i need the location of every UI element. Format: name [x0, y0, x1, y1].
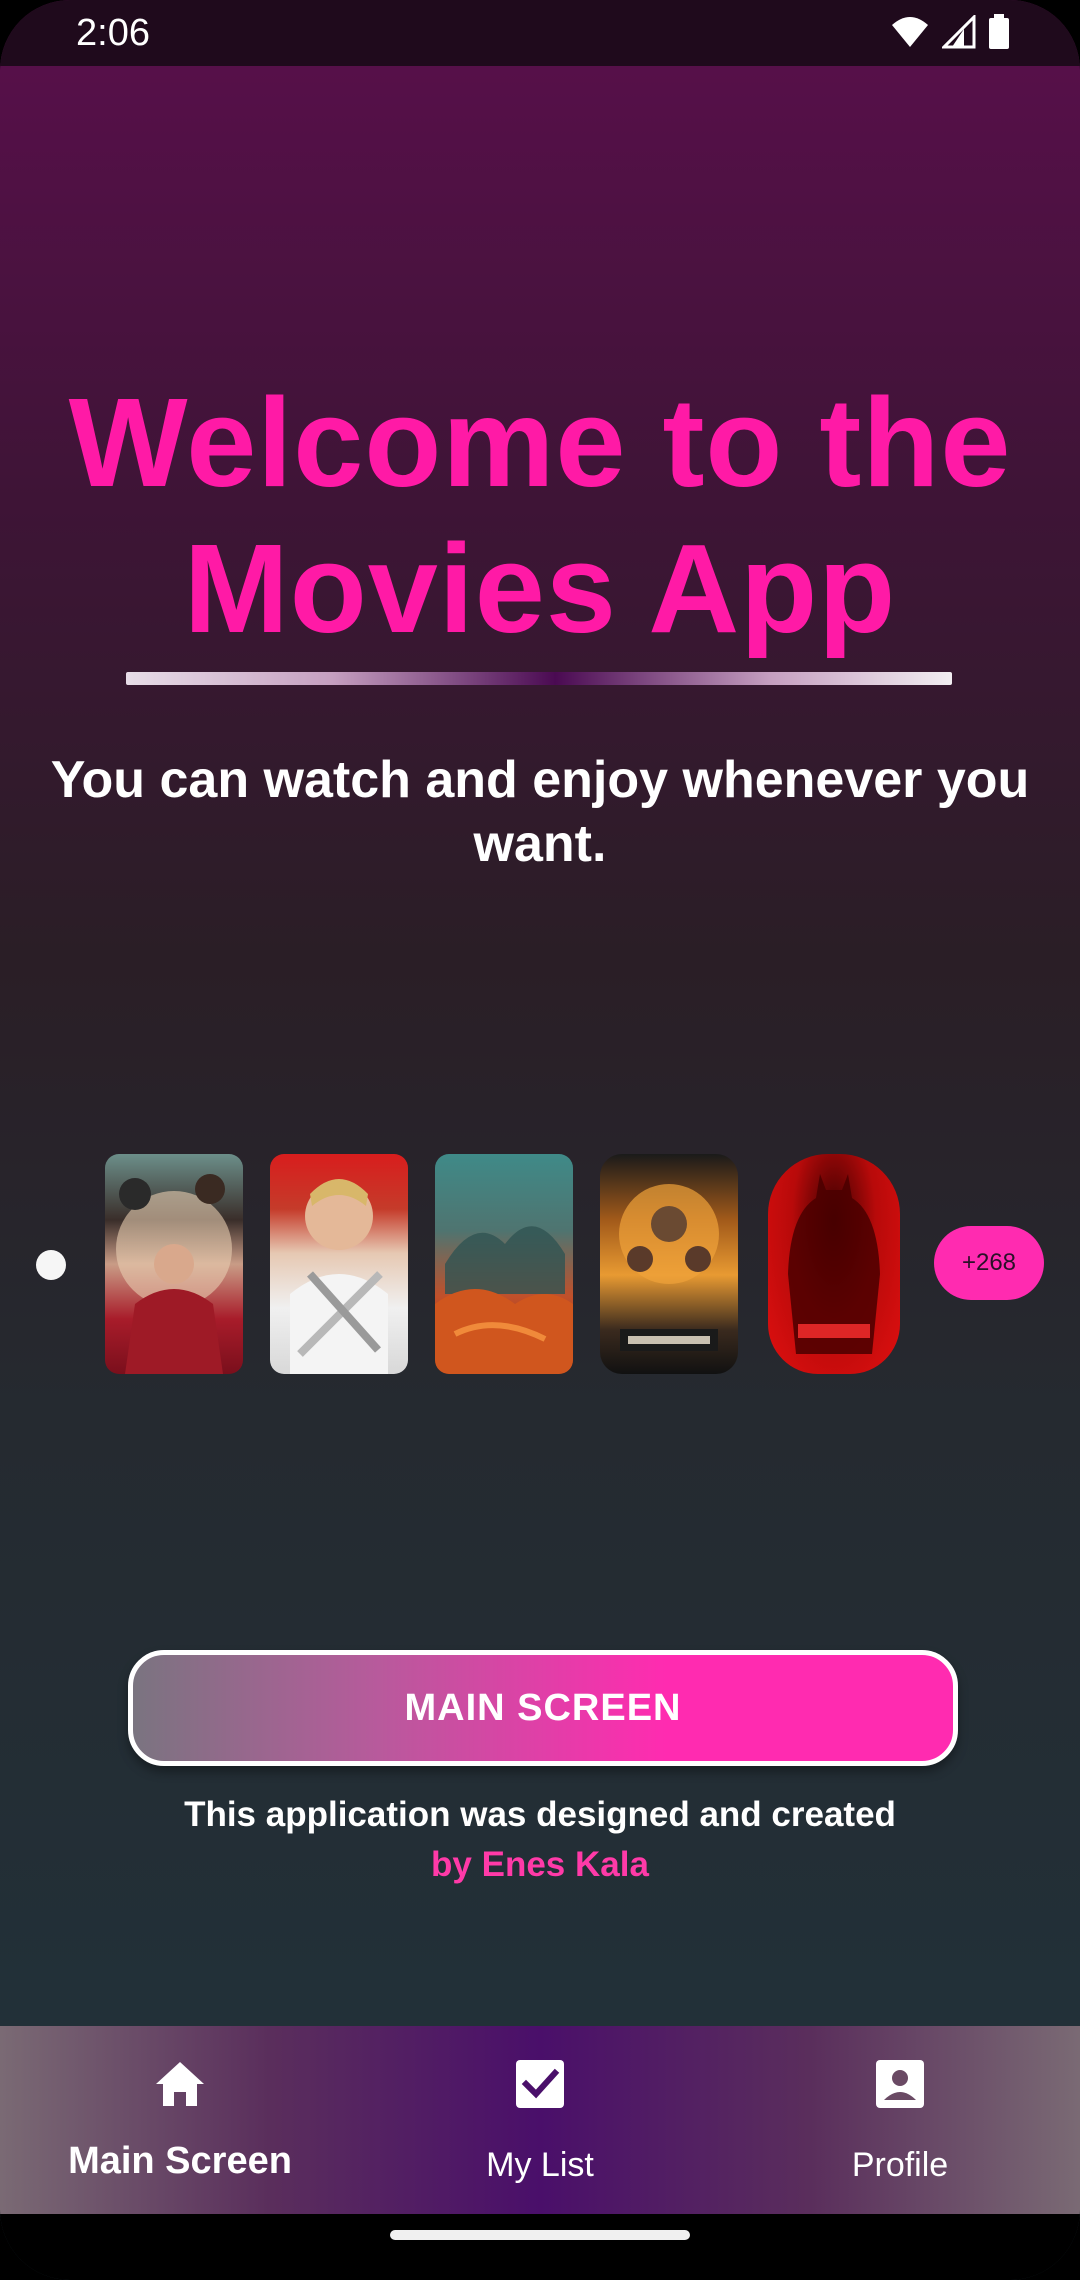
bottom-navigation: Main Screen My List Profile — [0, 2026, 1080, 2214]
poster-art — [116, 1174, 232, 1374]
nav-item-main-screen[interactable]: Main Screen — [0, 2026, 360, 2214]
main-screen-button[interactable]: MAIN SCREEN — [128, 1650, 958, 1766]
welcome-title: Welcome to the Movies App — [0, 370, 1080, 662]
poster-art — [290, 1179, 388, 1374]
nav-label-main-screen: Main Screen — [68, 2140, 292, 2182]
wifi-icon — [892, 17, 928, 47]
movie-poster[interactable] — [270, 1154, 408, 1374]
welcome-subtitle: You can watch and enjoy whenever you wan… — [50, 751, 1030, 873]
status-time: 2:06 — [76, 12, 150, 54]
movie-poster[interactable] — [600, 1154, 738, 1374]
gesture-bar-area — [0, 2214, 1080, 2280]
poster-art — [619, 1184, 719, 1351]
nav-label-my-list: My List — [486, 2146, 594, 2184]
credits-author[interactable]: by Enes Kala — [0, 1840, 1080, 1890]
nav-item-my-list[interactable]: My List — [360, 2026, 720, 2214]
status-icons — [890, 14, 1010, 50]
home-icon — [156, 2062, 204, 2106]
title-divider — [126, 672, 952, 685]
poster-art — [788, 1174, 880, 1354]
credits-line1: This application was designed and create… — [184, 1795, 896, 1834]
pager-dot[interactable] — [36, 1250, 66, 1280]
welcome-title-line1: Welcome to the — [68, 372, 1012, 513]
more-movies-badge[interactable]: +268 — [934, 1226, 1044, 1300]
nav-item-profile[interactable]: Profile — [720, 2026, 1080, 2214]
poster-art — [435, 1226, 573, 1374]
battery-icon — [989, 14, 1009, 49]
gesture-handle[interactable] — [390, 2230, 690, 2240]
profile-icon — [876, 2060, 924, 2108]
app-screen: 2:06 Welcome to the Movies App You can w… — [0, 0, 1080, 2280]
nav-label-profile: Profile — [851, 2146, 949, 2184]
movie-poster[interactable] — [435, 1154, 573, 1374]
checkbox-icon — [516, 2060, 564, 2108]
welcome-title-line2: Movies App — [183, 518, 897, 659]
signal-icon — [942, 15, 976, 49]
movie-poster[interactable] — [768, 1154, 900, 1374]
status-bar: 2:06 — [0, 0, 1080, 66]
movie-poster[interactable] — [105, 1154, 243, 1374]
credits: This application was designed and create… — [0, 1790, 1080, 1890]
